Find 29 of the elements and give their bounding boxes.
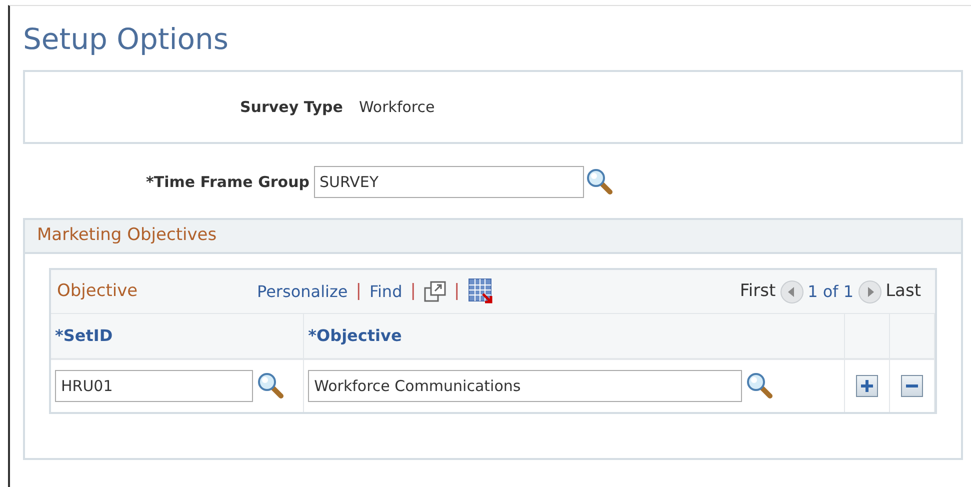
group-title: Marketing Objectives <box>37 225 217 245</box>
last-label: Last <box>886 280 921 303</box>
grid-download-icon[interactable] <box>468 278 494 306</box>
page-title: Setup Options <box>23 21 230 58</box>
column-header: *Objective <box>304 314 846 358</box>
survey-type-value: Workforce <box>358 96 435 118</box>
plus-icon <box>860 379 874 393</box>
grid-link[interactable]: Personalize <box>257 280 348 304</box>
page-count: 1 of 1 <box>808 280 854 302</box>
search-icon[interactable] <box>746 372 774 400</box>
grid-title: Objective <box>57 280 139 303</box>
survey-type-label: Survey Type <box>240 96 343 118</box>
grid-link[interactable]: Find <box>369 280 402 304</box>
delete-row-button[interactable] <box>901 375 924 397</box>
search-icon[interactable] <box>586 168 614 196</box>
separator: | <box>454 280 460 303</box>
next-icon[interactable] <box>858 280 882 304</box>
search-icon[interactable] <box>257 372 285 400</box>
zoom-icon[interactable] <box>424 280 446 302</box>
previous-icon[interactable] <box>780 280 804 304</box>
separator: | <box>410 280 416 303</box>
setid-field[interactable]: HRU01 <box>55 370 253 402</box>
objective-field[interactable]: Workforce Communications <box>308 370 742 402</box>
separator: | <box>356 280 362 303</box>
time-frame-group-field[interactable]: SURVEY <box>314 166 584 198</box>
column-header: *SetID <box>51 314 304 358</box>
first-label: First <box>740 280 776 303</box>
time-frame-group-label: *Time Frame Group <box>146 172 310 193</box>
add-row-button[interactable] <box>856 375 878 397</box>
